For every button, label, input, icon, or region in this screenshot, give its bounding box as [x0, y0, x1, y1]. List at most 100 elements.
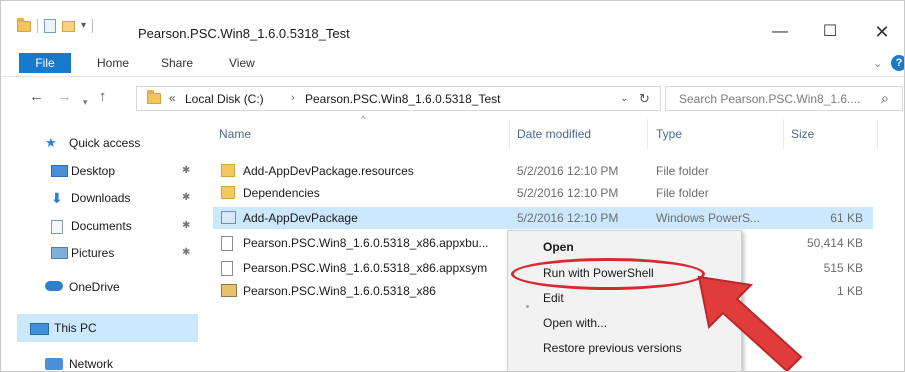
column-header-date-modified[interactable]: Date modified [517, 127, 591, 141]
cloud-icon [45, 281, 63, 291]
file-row[interactable]: Add-AppDevPackage.resources 5/2/2016 12:… [213, 160, 873, 182]
nav-item-desktop[interactable]: Desktop ✱ [43, 160, 198, 182]
minimize-button[interactable]: — [757, 17, 803, 47]
nav-item-downloads[interactable]: ⬇ Downloads ✱ [43, 187, 198, 209]
close-button[interactable]: ✕ [859, 17, 904, 47]
file-date: 5/2/2016 12:10 PM [517, 164, 619, 178]
file-size: 61 KB [830, 211, 863, 225]
file-row-selected[interactable]: Add-AppDevPackage 5/2/2016 12:10 PM Wind… [213, 207, 873, 229]
nav-item-network[interactable]: Network [37, 353, 202, 371]
sort-ascending-icon: ^ [361, 114, 366, 124]
nav-item-onedrive[interactable]: OneDrive [37, 276, 202, 298]
network-icon [45, 358, 63, 370]
file-size: 1 KB [836, 284, 863, 298]
nav-item-label: Quick access [69, 136, 141, 150]
recent-locations-chevron-icon[interactable]: ▾ [83, 94, 88, 110]
file-name: Pearson.PSC.Win8_1.6.0.5318_x86 [243, 284, 436, 298]
maximize-button[interactable]: ☐ [807, 17, 853, 47]
nav-item-documents[interactable]: Documents ✱ [43, 215, 198, 237]
tab-share[interactable]: Share [161, 53, 193, 73]
properties-icon[interactable] [44, 19, 56, 33]
nav-item-this-pc[interactable]: This PC [17, 314, 198, 342]
column-divider[interactable] [509, 119, 510, 149]
pin-icon[interactable]: ✱ [182, 242, 190, 264]
nav-item-label: Pictures [71, 246, 115, 260]
pointer-arrow-icon [697, 275, 803, 371]
pin-icon[interactable]: ✱ [182, 187, 190, 209]
column-header-name[interactable]: Name [219, 127, 251, 141]
column-divider[interactable] [647, 119, 648, 149]
documents-icon [51, 220, 63, 234]
window-title: Pearson.PSC.Win8_1.6.0.5318_Test [138, 26, 350, 41]
file-date: 5/2/2016 12:10 PM [517, 211, 619, 225]
nav-item-label: This PC [54, 321, 97, 335]
file-type: File folder [656, 186, 709, 200]
customize-toolbar-arrow-icon[interactable]: ▾ [81, 21, 86, 31]
file-name: Add-AppDevPackage.resources [243, 164, 414, 178]
file-name: Pearson.PSC.Win8_1.6.0.5318_x86.appxbu..… [243, 236, 489, 250]
file-size: 515 KB [823, 261, 863, 275]
ribbon-tabs: File Home Share View ⌄ ? [1, 47, 904, 77]
toolbar-separator [92, 19, 94, 33]
column-header-type[interactable]: Type [656, 127, 682, 141]
breadcrumb-local-disk[interactable]: Local Disk (C:) [185, 92, 264, 106]
menu-item-label: Edit [543, 291, 564, 305]
computer-icon [30, 323, 49, 335]
file-icon [221, 236, 233, 251]
menu-item-label: Open with... [543, 316, 608, 330]
expand-ribbon-chevron-icon[interactable]: ⌄ [873, 57, 882, 70]
menu-item-open[interactable]: Open [508, 235, 741, 259]
package-icon [221, 284, 237, 297]
tab-view[interactable]: View [229, 53, 255, 73]
back-arrow-icon[interactable]: ← [29, 89, 44, 105]
file-row[interactable]: Dependencies 5/2/2016 12:10 PM File fold… [213, 182, 873, 204]
powershell-script-icon [221, 211, 236, 224]
star-icon: ★ [45, 135, 57, 150]
help-icon[interactable]: ? [891, 55, 904, 71]
nav-item-label: OneDrive [69, 280, 120, 294]
nav-item-pictures[interactable]: Pictures ✱ [43, 242, 198, 264]
tab-file[interactable]: File [19, 53, 71, 73]
file-name: Dependencies [243, 186, 320, 200]
tab-home[interactable]: Home [97, 53, 129, 73]
breadcrumb-overflow[interactable]: « [169, 91, 176, 105]
address-bar[interactable]: « Local Disk (C:) › Pearson.PSC.Win8_1.6… [136, 86, 661, 111]
file-type: File folder [656, 164, 709, 178]
search-box[interactable]: Search Pearson.PSC.Win8_1.6.... ⌕ [665, 86, 903, 111]
folder-icon [17, 17, 31, 32]
file-name: Pearson.PSC.Win8_1.6.0.5318_x86.appxsym [243, 261, 488, 275]
menu-item-label: Open [543, 240, 574, 254]
address-row: ← → ▾ ↑ « Local Disk (C:) › Pearson.PSC.… [1, 78, 904, 118]
breadcrumb-current-folder[interactable]: Pearson.PSC.Win8_1.6.0.5318_Test [305, 92, 500, 106]
folder-icon [221, 186, 235, 199]
file-type: Windows PowerS... [656, 211, 761, 225]
nav-item-quick-access[interactable]: ★ Quick access [37, 132, 202, 154]
forward-arrow-icon[interactable]: → [57, 89, 72, 105]
toolbar-separator [37, 19, 38, 33]
quick-access-toolbar: ▾ [17, 17, 94, 33]
folder-icon [221, 164, 235, 177]
refresh-icon[interactable]: ↻ [639, 91, 650, 107]
pin-icon[interactable]: ✱ [182, 215, 190, 237]
file-name: Add-AppDevPackage [243, 211, 358, 225]
address-dropdown-chevron-icon[interactable]: ⌄ [620, 93, 628, 104]
menu-item-label: Restore previous versions [543, 341, 682, 355]
pictures-icon [51, 247, 68, 259]
column-divider[interactable] [783, 119, 784, 149]
search-icon[interactable]: ⌕ [881, 90, 889, 107]
file-icon [221, 261, 233, 276]
new-folder-icon[interactable] [62, 20, 75, 32]
column-header-size[interactable]: Size [791, 127, 814, 141]
nav-item-label: Desktop [71, 164, 116, 178]
file-date: 5/2/2016 12:10 PM [517, 186, 619, 200]
breadcrumb-separator[interactable]: › [291, 92, 295, 104]
menu-bullet-dot [526, 305, 529, 308]
up-arrow-icon[interactable]: ↑ [99, 89, 107, 105]
file-explorer-window: ▾ Pearson.PSC.Win8_1.6.0.5318_Test — ☐ ✕… [0, 0, 905, 372]
nav-item-label: Network [69, 357, 114, 371]
column-divider[interactable] [877, 119, 878, 149]
pin-icon[interactable]: ✱ [182, 160, 190, 182]
search-placeholder: Search Pearson.PSC.Win8_1.6.... [679, 92, 861, 106]
download-arrow-icon: ⬇ [51, 190, 63, 206]
nav-item-label: Downloads [71, 191, 131, 205]
